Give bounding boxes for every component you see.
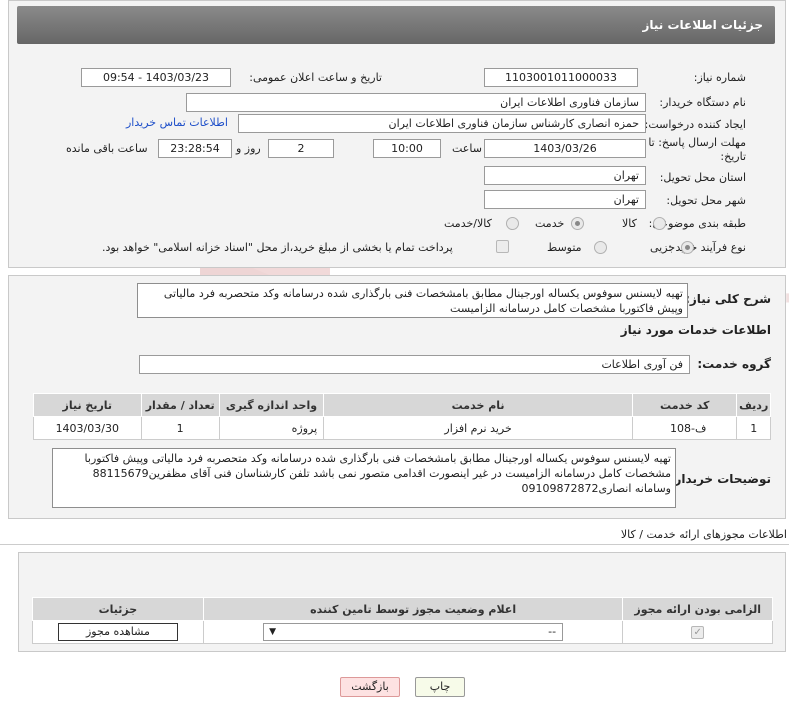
deadline-time-field[interactable]: 10:00	[373, 139, 441, 158]
col-service-code: کد خدمت	[632, 393, 738, 417]
summary-label: شرح کلی نیاز:	[685, 292, 771, 306]
province-field[interactable]: تهران	[484, 166, 646, 185]
city-label: شهر محل تحویل:	[666, 194, 746, 207]
announce-datetime-label: تاریخ و ساعت اعلان عمومی:	[249, 71, 382, 84]
cell-quantity: 1	[140, 416, 220, 440]
cell-unit: پروژه	[218, 416, 325, 440]
category-radio-goods[interactable]	[653, 217, 666, 230]
category-radio-service[interactable]	[571, 217, 584, 230]
permit-status-value: --	[548, 625, 557, 638]
cell-service-code: ف-108	[632, 416, 738, 440]
deadline-time-label: ساعت	[452, 142, 482, 155]
category-radio-goods-service[interactable]	[506, 217, 519, 230]
treasury-payment-checkbox[interactable]	[496, 240, 509, 253]
category-option-service: خدمت	[535, 217, 565, 230]
buyer-org-label: نام دستگاه خریدار:	[659, 96, 746, 109]
permits-table-header: الزامی بودن ارائه مجوز اعلام وضعیت مجوز …	[32, 597, 773, 621]
services-table: ردیف کد خدمت نام خدمت واحد اندازه گیری ت…	[33, 393, 771, 440]
remaining-days-field[interactable]: 2	[268, 139, 334, 158]
chevron-down-icon: ▼	[269, 627, 277, 637]
permits-table: الزامی بودن ارائه مجوز اعلام وضعیت مجوز …	[32, 597, 773, 644]
view-permit-button[interactable]: مشاهده مجوز	[57, 623, 178, 641]
permits-section-title: اطلاعات مجوزهای ارائه خدمت / کالا	[620, 528, 787, 541]
services-table-header: ردیف کد خدمت نام خدمت واحد اندازه گیری ت…	[33, 393, 771, 417]
need-number-field[interactable]: 1103001011000033	[484, 68, 638, 87]
request-creator-label: ایجاد کننده درخواست:	[644, 118, 746, 131]
col-permit-status: اعلام وضعیت مجوز توسط تامین کننده	[202, 597, 624, 621]
remaining-time-field[interactable]: 23:28:54	[158, 139, 232, 158]
category-option-goods-service: کالا/خدمت	[444, 217, 492, 230]
permit-status-select[interactable]: -- ▼	[263, 623, 564, 641]
category-option-goods: کالا	[622, 217, 637, 230]
cell-permit-required: ✓	[622, 620, 773, 644]
cell-need-date: 1403/03/30	[33, 416, 142, 440]
province-label: استان محل تحویل:	[659, 171, 746, 184]
cell-permit-status: -- ▼	[202, 620, 624, 644]
col-permit-details: جزئیات	[32, 597, 204, 621]
service-group-label: گروه خدمت:	[697, 357, 771, 371]
request-creator-field[interactable]: حمزه انصاری کارشناس سازمان فناوری اطلاعا…	[238, 114, 646, 133]
city-field[interactable]: تهران	[484, 190, 646, 209]
permit-required-checkbox[interactable]: ✓	[691, 626, 705, 639]
deadline-date-field[interactable]: 1403/03/26	[484, 139, 646, 158]
buyer-notes-label: توضیحات خریدار:	[669, 472, 771, 486]
buyer-contact-link[interactable]: اطلاعات تماس خریدار	[126, 116, 228, 129]
cell-row: 1	[736, 416, 771, 440]
buyer-notes-textarea[interactable]: تهیه لایسنس سوفوس یکساله اورجینال مطابق …	[52, 448, 676, 508]
process-option-medium: متوسط	[547, 241, 582, 254]
buyer-org-field[interactable]: سازمان فناوری اطلاعات ایران	[186, 93, 646, 112]
table-row: 1 ف-108 خرید نرم افزار پروژه 1 1403/03/3…	[33, 416, 771, 440]
page-title: جزئیات اطلاعات نیاز	[17, 6, 775, 44]
remaining-time-label: ساعت باقی مانده	[66, 142, 148, 155]
back-button[interactable]: بازگشت	[340, 677, 400, 697]
table-row: ✓ -- ▼ مشاهده مجوز	[32, 620, 773, 644]
need-number-label: شماره نیاز:	[693, 71, 746, 84]
col-quantity: تعداد / مقدار	[140, 393, 220, 417]
permits-divider	[0, 544, 789, 545]
treasury-payment-note: پرداخت تمام یا بخشی از مبلغ خرید،از محل …	[102, 241, 453, 254]
process-option-minor: جزیی	[650, 241, 676, 254]
col-service-name: نام خدمت	[323, 393, 634, 417]
announce-datetime-field[interactable]: 1403/03/23 - 09:54	[81, 68, 231, 87]
process-radio-medium[interactable]	[594, 241, 607, 254]
cell-service-name: خرید نرم افزار	[323, 416, 634, 440]
process-type-label: نوع فرآیند خرید :	[668, 241, 746, 254]
col-need-date: تاریخ نیاز	[33, 393, 142, 417]
process-radio-minor[interactable]	[681, 241, 694, 254]
print-button[interactable]: چاپ	[415, 677, 465, 697]
col-permit-required: الزامی بودن ارائه مجوز	[622, 597, 773, 621]
summary-textarea[interactable]: تهیه لایسنس سوفوس یکساله اورجینال مطابق …	[137, 283, 688, 318]
service-group-field[interactable]: فن آوری اطلاعات	[139, 355, 690, 374]
days-label: روز و	[236, 142, 261, 155]
col-unit: واحد اندازه گیری	[218, 393, 325, 417]
cell-permit-details: مشاهده مجوز	[32, 620, 204, 644]
col-row: ردیف	[736, 393, 771, 417]
services-section-title: اطلاعات خدمات مورد نیاز	[620, 323, 771, 337]
